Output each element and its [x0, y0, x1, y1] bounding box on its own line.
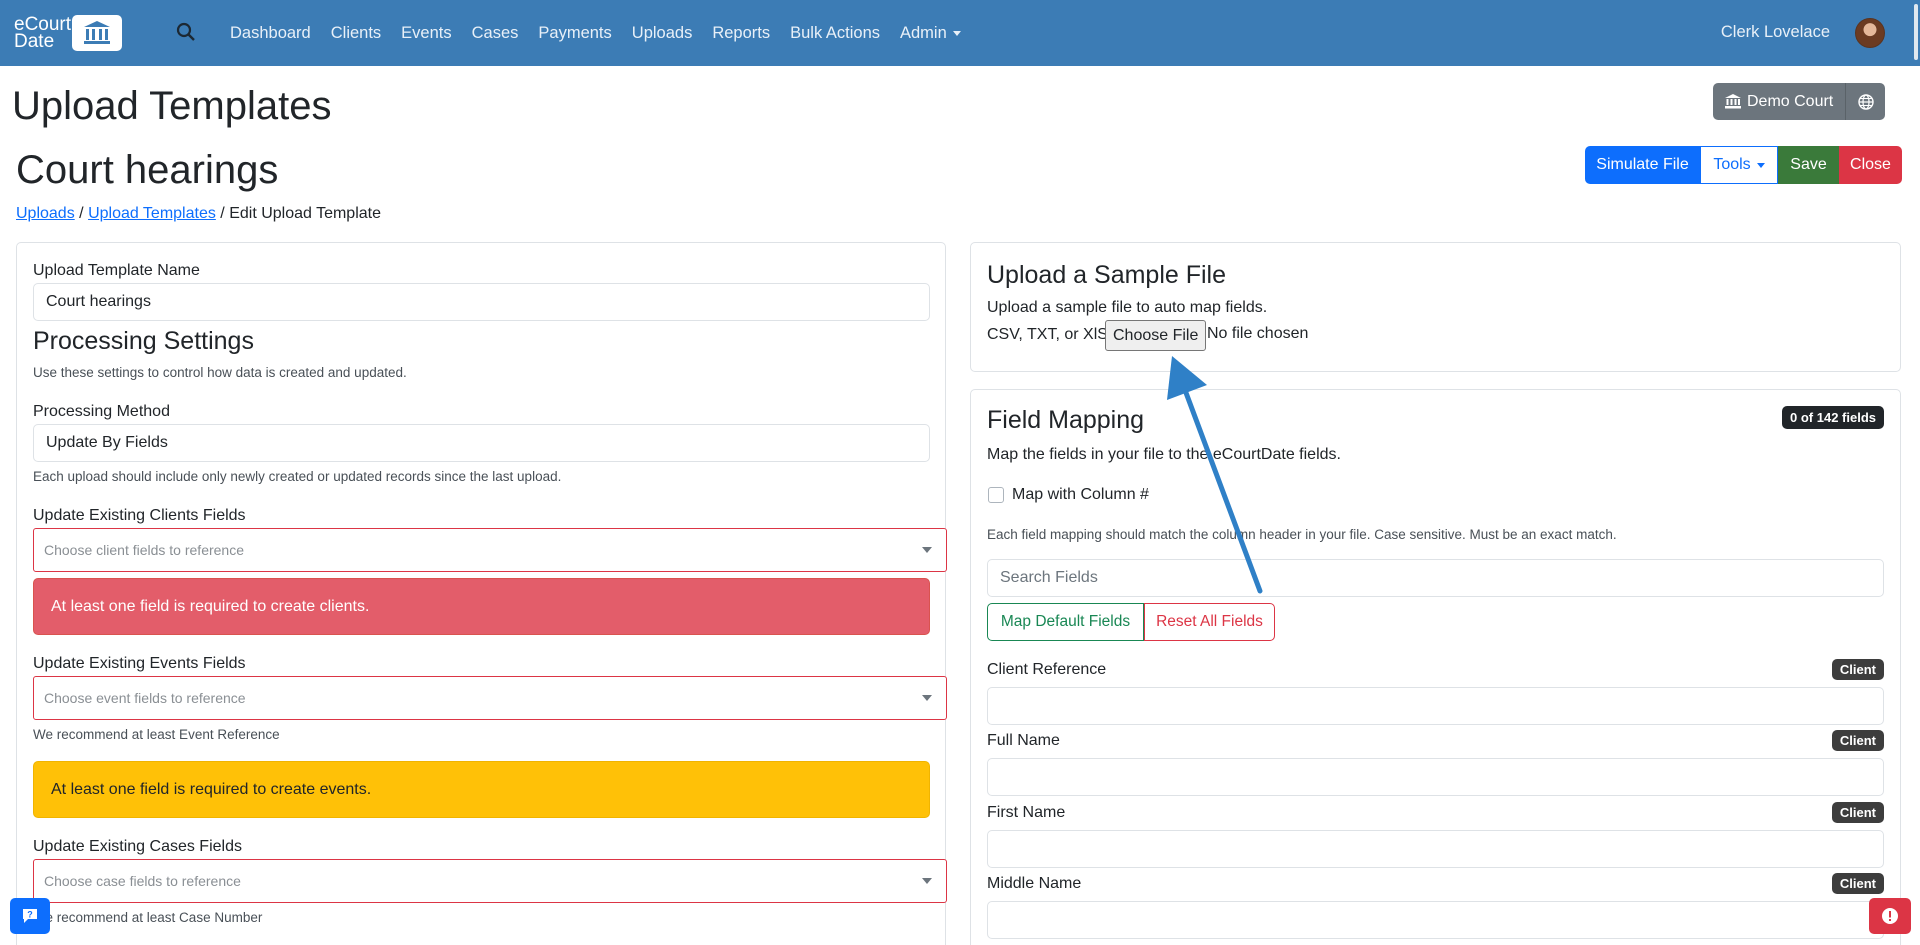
file-status: No file chosen [1207, 325, 1309, 342]
nav-uploads[interactable]: Uploads [632, 24, 693, 43]
field-name: First Name [987, 804, 1066, 821]
bank-icon [1725, 94, 1741, 109]
nav-payments[interactable]: Payments [538, 24, 611, 43]
chevron-down-icon [1756, 162, 1765, 168]
search-icon[interactable] [176, 22, 198, 44]
avatar[interactable] [1855, 18, 1885, 48]
brand-text: eCourt Date [14, 15, 78, 52]
field-mapping-help: Each field mapping should match the colu… [987, 527, 1617, 542]
close-button[interactable]: Close [1839, 146, 1902, 184]
field-mapping-desc: Map the fields in your file to the eCour… [987, 446, 1341, 463]
brand-logo[interactable]: eCourt Date [14, 15, 128, 51]
scrollbar[interactable] [1914, 4, 1918, 60]
field-name: Middle Name [987, 875, 1082, 892]
tools-label: Tools [1713, 156, 1751, 173]
user-menu[interactable]: Clerk Lovelace [1721, 23, 1830, 42]
cases-fields-placeholder: Choose case fields to reference [44, 873, 241, 889]
field-name: Full Name [987, 732, 1060, 749]
chevron-down-icon [922, 695, 932, 701]
chevron-down-icon [922, 878, 932, 884]
field-mapping-input[interactable] [987, 830, 1884, 868]
simulate-file-button[interactable]: Simulate File [1585, 146, 1700, 184]
template-title: Court hearings [16, 148, 279, 192]
field-mapping-heading: Field Mapping [987, 406, 1145, 434]
template-actions: Simulate File Tools Save Close [1585, 146, 1902, 184]
events-fields-placeholder: Choose event fields to reference [44, 690, 246, 706]
choose-file-button[interactable]: Choose File [1105, 320, 1207, 351]
nav-clients[interactable]: Clients [331, 24, 381, 43]
nav-admin[interactable]: Admin [900, 24, 961, 43]
upload-sample-heading: Upload a Sample File [987, 261, 1227, 289]
page-title: Upload Templates [12, 84, 332, 128]
map-column-label[interactable]: Map with Column # [1012, 486, 1149, 504]
top-navbar: eCourt Date Dashboard Clients Events Cas… [0, 0, 1920, 66]
processing-method-label: Processing Method [33, 403, 170, 420]
field-type-badge: Client [1831, 659, 1884, 680]
breadcrumb-sep: / [79, 205, 84, 222]
field-name: Client Reference [987, 661, 1107, 678]
clients-fields-placeholder: Choose client fields to reference [44, 542, 244, 558]
nav-reports[interactable]: Reports [712, 24, 770, 43]
main-nav: Dashboard Clients Events Cases Payments … [230, 0, 981, 66]
brand-line2: Date [14, 31, 55, 52]
breadcrumb-uploads[interactable]: Uploads [16, 205, 75, 222]
chevron-down-icon [952, 30, 961, 36]
cases-fields-help: We recommend at least Case Number [33, 910, 263, 925]
courthouse-icon [72, 15, 122, 51]
breadcrumb-current: Edit Upload Template [229, 205, 381, 222]
nav-events[interactable]: Events [401, 24, 451, 43]
nav-dashboard[interactable]: Dashboard [230, 24, 311, 43]
field-mapping-input[interactable] [987, 758, 1884, 796]
processing-settings-heading: Processing Settings [33, 327, 254, 355]
template-name-label: Upload Template Name [33, 262, 200, 279]
nav-admin-label: Admin [900, 23, 947, 42]
field-mapping-card: Field Mapping 0 of 142 fields Map the fi… [970, 389, 1901, 945]
clients-fields-select[interactable]: Choose client fields to reference [33, 528, 947, 572]
nav-bulk-actions[interactable]: Bulk Actions [790, 24, 880, 43]
cases-fields-select[interactable]: Choose case fields to reference [33, 859, 947, 903]
field-type-badge: Client [1831, 873, 1884, 894]
upload-formats-label: CSV, TXT, or XlSX [987, 326, 1119, 343]
court-button[interactable]: Demo Court [1713, 83, 1846, 120]
upload-sample-desc: Upload a sample file to auto map fields. [987, 299, 1268, 316]
template-settings-card: Upload Template Name Court hearings Proc… [16, 242, 947, 945]
breadcrumb-sep: / [220, 205, 225, 222]
court-button-label: Demo Court [1747, 92, 1834, 110]
upload-sample-card: Upload a Sample File Upload a sample fil… [970, 242, 1901, 372]
reset-all-fields-button[interactable]: Reset All Fields [1144, 603, 1275, 641]
clients-fields-label: Update Existing Clients Fields [33, 507, 246, 524]
map-column-checkbox[interactable] [988, 487, 1004, 503]
map-default-fields-button[interactable]: Map Default Fields [987, 603, 1144, 641]
cases-fields-label: Update Existing Cases Fields [33, 838, 242, 855]
svg-text:?: ? [27, 910, 33, 920]
breadcrumb: Uploads / Upload Templates / Edit Upload… [16, 205, 381, 223]
search-fields-input[interactable]: Search Fields [987, 559, 1884, 597]
field-type-badge: Client [1831, 730, 1884, 751]
error-icon[interactable] [1869, 898, 1911, 934]
globe-icon[interactable] [1845, 83, 1886, 120]
field-mapping-input[interactable] [987, 901, 1884, 939]
clients-required-alert: At least one field is required to create… [33, 578, 930, 635]
court-button-group: Demo Court [1713, 83, 1886, 120]
events-required-alert: At least one field is required to create… [33, 761, 930, 818]
tools-dropdown[interactable]: Tools [1700, 146, 1778, 184]
nav-cases[interactable]: Cases [472, 24, 519, 43]
chevron-down-icon [922, 547, 932, 553]
field-mapping-input[interactable] [987, 687, 1884, 725]
processing-method-select[interactable]: Update By Fields [33, 424, 930, 462]
chat-help-icon[interactable]: ? [10, 898, 50, 934]
processing-method-help: Each upload should include only newly cr… [33, 469, 562, 484]
breadcrumb-upload-templates[interactable]: Upload Templates [88, 205, 216, 222]
processing-settings-desc: Use these settings to control how data i… [33, 365, 407, 380]
field-type-badge: Client [1831, 802, 1884, 823]
events-fields-label: Update Existing Events Fields [33, 655, 246, 672]
events-fields-select[interactable]: Choose event fields to reference [33, 676, 947, 720]
template-name-input[interactable]: Court hearings [33, 283, 930, 321]
events-fields-help: We recommend at least Event Reference [33, 727, 280, 742]
field-count-badge: 0 of 142 fields [1782, 406, 1884, 429]
save-button[interactable]: Save [1778, 146, 1839, 184]
